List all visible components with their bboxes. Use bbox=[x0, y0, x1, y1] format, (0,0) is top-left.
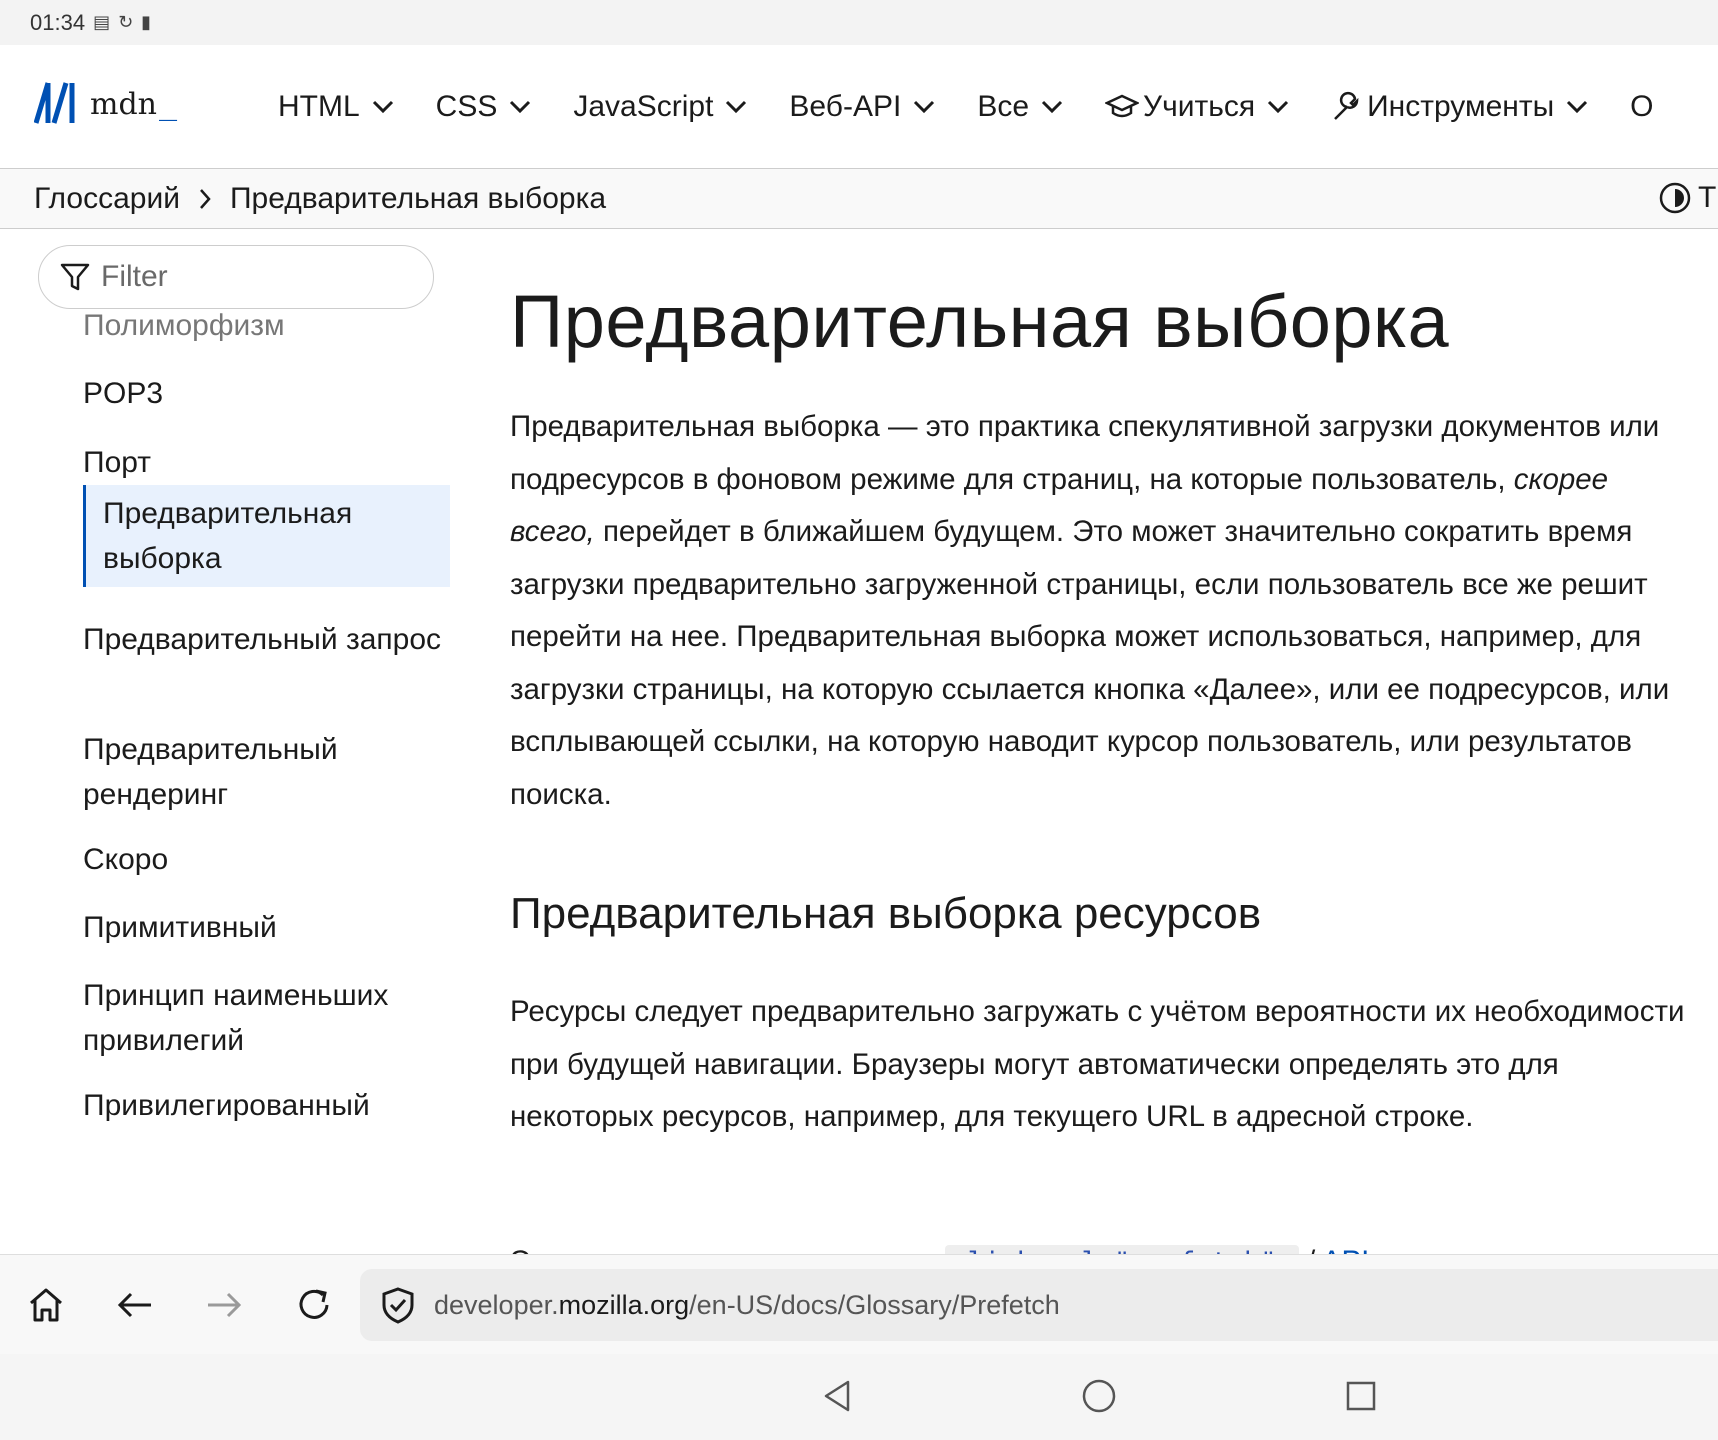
sidebar-item-pop3[interactable]: POP3 bbox=[83, 371, 453, 416]
nav-javascript[interactable]: JavaScript bbox=[573, 90, 747, 124]
nav-html[interactable]: HTML bbox=[278, 90, 394, 124]
nav-label: Инструменты bbox=[1367, 90, 1555, 123]
filter-placeholder: Filter bbox=[101, 260, 168, 293]
sidebar-item-port[interactable]: Порт bbox=[83, 440, 453, 485]
intro-text-1: Предварительная выборка — это практика с… bbox=[510, 410, 1660, 496]
status-time: 01:34 bbox=[30, 9, 86, 35]
nav-web-api[interactable]: Веб-API bbox=[789, 90, 935, 124]
system-nav-bar bbox=[0, 1354, 1718, 1440]
sidebar-item-prerender[interactable]: Предварительный рендеринг bbox=[83, 727, 453, 817]
logo-text: mdn bbox=[90, 87, 157, 122]
sidebar-item-soon[interactable]: Скоро bbox=[83, 837, 453, 882]
breadcrumb-current[interactable]: Предварительная выборка bbox=[230, 182, 606, 216]
main-content: Предварительная выборка Предварительная … bbox=[510, 229, 1718, 1254]
recents-square-icon[interactable] bbox=[1341, 1376, 1381, 1416]
page-title: Предварительная выборка bbox=[510, 280, 1450, 363]
theme-icon bbox=[1659, 182, 1691, 214]
chevron-down-icon bbox=[372, 100, 393, 114]
chevron-down-icon bbox=[1041, 100, 1063, 114]
forward-button[interactable] bbox=[202, 1283, 246, 1327]
shield-icon[interactable] bbox=[380, 1286, 416, 1324]
code-link-prefetch[interactable]: <link rel="prefetch"> bbox=[945, 1245, 1299, 1254]
sidebar-item-least-privilege[interactable]: Принцип наименьших привилегий bbox=[83, 973, 453, 1063]
speculation-rules-link[interactable]: API правил bbox=[1322, 1245, 1476, 1254]
theme-button[interactable]: Т bbox=[1658, 181, 1716, 215]
nav-all[interactable]: Все bbox=[977, 90, 1063, 124]
nav-label: Веб-API bbox=[789, 90, 902, 123]
back-button[interactable] bbox=[113, 1283, 157, 1327]
sidebar: Filter Полиморфизм POP3 Порт Предварител… bbox=[0, 229, 460, 1254]
nav-label: JavaScript bbox=[573, 90, 714, 123]
nav-label: О bbox=[1630, 90, 1654, 123]
graduation-cap-icon bbox=[1105, 94, 1140, 118]
mdn-logo[interactable]: mdn _ bbox=[34, 81, 177, 137]
wrench-icon bbox=[1334, 91, 1359, 120]
filter-input[interactable]: Filter bbox=[38, 245, 434, 309]
nav-learn[interactable]: Учиться bbox=[1105, 90, 1289, 124]
sidebar-item-preflight[interactable]: Предварительный запрос bbox=[83, 617, 453, 662]
status-bar: 01:34 ▤ ↻ ▮ bbox=[0, 0, 1718, 45]
breadcrumb: Глоссарий Предварительная выборка Т bbox=[0, 169, 1718, 229]
top-nav: mdn _ HTML CSS JavaScript Веб-API Все Уч… bbox=[0, 45, 1718, 169]
chevron-down-icon bbox=[1268, 100, 1289, 114]
logo-underscore: _ bbox=[158, 87, 178, 122]
sidebar-item-privileged[interactable]: Привилегированный bbox=[83, 1083, 453, 1128]
resources-paragraph: Ресурсы следует предварительно загружать… bbox=[510, 995, 1685, 1133]
chevron-right-icon bbox=[200, 188, 211, 209]
sidebar-item-prefetch[interactable]: Предварительная выборка bbox=[83, 485, 450, 587]
nav-about[interactable]: О bbox=[1630, 90, 1653, 124]
filter-icon bbox=[60, 263, 90, 291]
chevron-down-icon bbox=[914, 100, 935, 114]
nav-label: Учиться bbox=[1143, 90, 1256, 123]
reload-icon bbox=[299, 1289, 329, 1319]
intro-text-2: перейдет в ближайшем будущем. Это может … bbox=[510, 515, 1670, 811]
arrow-left-icon bbox=[117, 1292, 151, 1318]
partial-paragraph: Это можно сделать с помощью <link rel="p… bbox=[510, 1236, 1700, 1254]
chevron-down-icon bbox=[726, 100, 747, 114]
url-prefix: developer. bbox=[434, 1289, 559, 1320]
intro-paragraph: Предварительная выборка — это практика с… bbox=[510, 401, 1700, 821]
arrow-right-icon bbox=[208, 1292, 242, 1318]
battery-icon: ▮ bbox=[141, 12, 152, 32]
home-button[interactable] bbox=[24, 1283, 68, 1327]
section-heading: Предварительная выборка ресурсов bbox=[510, 889, 1262, 938]
home-icon bbox=[30, 1288, 62, 1322]
url-path: /en-US/docs/Glossary/Prefetch bbox=[689, 1289, 1060, 1320]
nav-css[interactable]: CSS bbox=[436, 90, 532, 124]
sidebar-item-polymorphism[interactable]: Полиморфизм bbox=[83, 303, 453, 348]
mdn-logo-icon bbox=[34, 82, 75, 124]
back-triangle-icon[interactable] bbox=[818, 1376, 858, 1416]
nav-label: HTML bbox=[278, 90, 360, 123]
url-bar[interactable]: developer. mozilla.org/en-US/docs/Glossar… bbox=[360, 1269, 1718, 1341]
home-circle-icon[interactable] bbox=[1079, 1376, 1119, 1416]
partial-separator: / bbox=[1307, 1245, 1315, 1254]
sync-icon: ↻ bbox=[118, 12, 134, 32]
main-menu: HTML CSS JavaScript Веб-API Все Учиться bbox=[278, 45, 1695, 169]
browser-toolbar: developer. mozilla.org/en-US/docs/Glossar… bbox=[0, 1254, 1718, 1354]
theme-label: Т bbox=[1698, 181, 1717, 214]
breadcrumb-glossary[interactable]: Глоссарий bbox=[34, 182, 180, 216]
sidebar-item-primitive[interactable]: Примитивный bbox=[83, 905, 453, 950]
chevron-down-icon bbox=[510, 100, 531, 114]
url-domain: mozilla.org bbox=[558, 1289, 690, 1320]
nav-tools[interactable]: Инструменты bbox=[1331, 90, 1588, 124]
partial-text: Это можно сделать с помощью bbox=[510, 1245, 937, 1254]
nav-label: Все bbox=[977, 90, 1030, 123]
nav-label: CSS bbox=[435, 90, 498, 123]
chevron-down-icon bbox=[1567, 100, 1588, 114]
reload-button[interactable] bbox=[292, 1283, 336, 1327]
vpn-icon: ▤ bbox=[93, 12, 111, 32]
